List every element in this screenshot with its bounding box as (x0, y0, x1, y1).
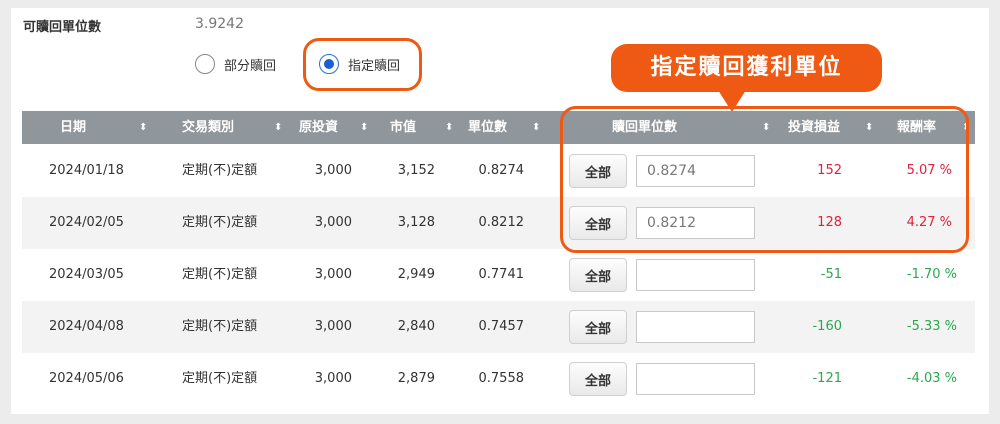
table-header: 日期 ⬍ 交易類別 ⬍ 原投資 ⬍ 市值 ⬍ 單位數 ⬍ 贖回單位數 ⬍ 投資損… (22, 111, 975, 144)
table-row: 2024/03/05 定期(不)定額 3,000 2,949 0.7741 全部… (22, 249, 975, 301)
sort-icon[interactable]: ⬍ (274, 111, 282, 144)
row-date: 2024/02/05 (49, 215, 124, 230)
header-units[interactable]: 單位數 (468, 111, 507, 144)
row-type: 定期(不)定額 (182, 163, 258, 178)
header-market-value[interactable]: 市值 (390, 111, 416, 144)
row-profit-loss: -160 (812, 319, 842, 334)
header-profit-loss[interactable]: 投資損益 (788, 111, 840, 144)
row-units: 0.8212 (478, 215, 525, 230)
row-profit-loss: 152 (817, 163, 842, 178)
row-return-rate: 5.07 % (906, 163, 952, 178)
callout-tail (718, 90, 746, 112)
redeem-all-button[interactable]: 全部 (569, 258, 627, 292)
row-date: 2024/01/18 (49, 163, 124, 178)
redeem-units-input[interactable] (636, 259, 755, 291)
row-return-rate: -4.03 % (906, 371, 957, 386)
row-market-value: 2,949 (397, 267, 435, 282)
table-row: 2024/05/06 定期(不)定額 3,000 2,879 0.7558 全部… (22, 353, 975, 405)
row-market-value: 3,128 (397, 215, 435, 230)
sort-icon[interactable]: ⬍ (360, 111, 368, 144)
header-redeem-units[interactable]: 贖回單位數 (612, 111, 677, 144)
available-units-label: 可贖回單位數 (23, 20, 102, 35)
header-invest[interactable]: 原投資 (299, 111, 338, 144)
row-units: 0.7558 (478, 371, 525, 386)
row-invest: 3,000 (314, 163, 352, 178)
sort-icon[interactable]: ⬍ (962, 111, 970, 144)
row-return-rate: -5.33 % (906, 319, 957, 334)
row-market-value: 2,879 (397, 371, 435, 386)
row-invest: 3,000 (314, 215, 352, 230)
sort-icon[interactable]: ⬍ (532, 111, 540, 144)
highlight-radio-outline (303, 38, 422, 91)
row-invest: 3,000 (314, 319, 352, 334)
row-invest: 3,000 (314, 267, 352, 282)
sort-icon[interactable]: ⬍ (762, 111, 770, 144)
available-units-value: 3.9242 (195, 16, 244, 32)
redeem-units-input[interactable] (636, 207, 755, 239)
sort-icon[interactable]: ⬍ (865, 111, 873, 144)
callout-bubble: 指定贖回獲利單位 (611, 44, 882, 92)
redeem-units-input[interactable] (636, 155, 755, 187)
header-return-rate[interactable]: 報酬率 (897, 111, 936, 144)
table-row: 2024/04/08 定期(不)定額 3,000 2,840 0.7457 全部… (22, 301, 975, 353)
table-row: 2024/02/05 定期(不)定額 3,000 3,128 0.8212 全部… (22, 197, 975, 249)
redeem-all-button[interactable]: 全部 (569, 310, 627, 344)
row-units: 0.7741 (478, 267, 525, 282)
redeem-units-input[interactable] (636, 311, 755, 343)
row-type: 定期(不)定額 (182, 215, 258, 230)
row-units: 0.8274 (478, 163, 525, 178)
row-type: 定期(不)定額 (182, 319, 258, 334)
row-date: 2024/04/08 (49, 319, 124, 334)
sort-icon[interactable]: ⬍ (139, 111, 147, 144)
row-date: 2024/03/05 (49, 267, 124, 282)
redeem-all-button[interactable]: 全部 (569, 154, 627, 188)
redeem-units-input[interactable] (636, 363, 755, 395)
redeem-all-button[interactable]: 全部 (569, 206, 627, 240)
row-type: 定期(不)定額 (182, 371, 258, 386)
radio-unchecked-icon[interactable] (195, 54, 215, 74)
radio-partial-redeem[interactable]: 部分贖回 (195, 54, 276, 74)
row-profit-loss: 128 (817, 215, 842, 230)
row-profit-loss: -51 (820, 267, 842, 282)
radio-partial-redeem-label: 部分贖回 (224, 58, 277, 74)
header-type[interactable]: 交易類別 (182, 111, 234, 144)
sort-icon[interactable]: ⬍ (445, 111, 453, 144)
row-type: 定期(不)定額 (182, 267, 258, 282)
row-market-value: 2,840 (397, 319, 435, 334)
row-profit-loss: -121 (812, 371, 842, 386)
header-date[interactable]: 日期 (60, 111, 86, 144)
row-date: 2024/05/06 (49, 371, 124, 386)
row-return-rate: -1.70 % (906, 267, 957, 282)
row-units: 0.7457 (478, 319, 525, 334)
row-return-rate: 4.27 % (906, 215, 952, 230)
table-row: 2024/01/18 定期(不)定額 3,000 3,152 0.8274 全部… (22, 145, 975, 197)
redeem-all-button[interactable]: 全部 (569, 362, 627, 396)
row-market-value: 3,152 (397, 163, 435, 178)
row-invest: 3,000 (314, 371, 352, 386)
